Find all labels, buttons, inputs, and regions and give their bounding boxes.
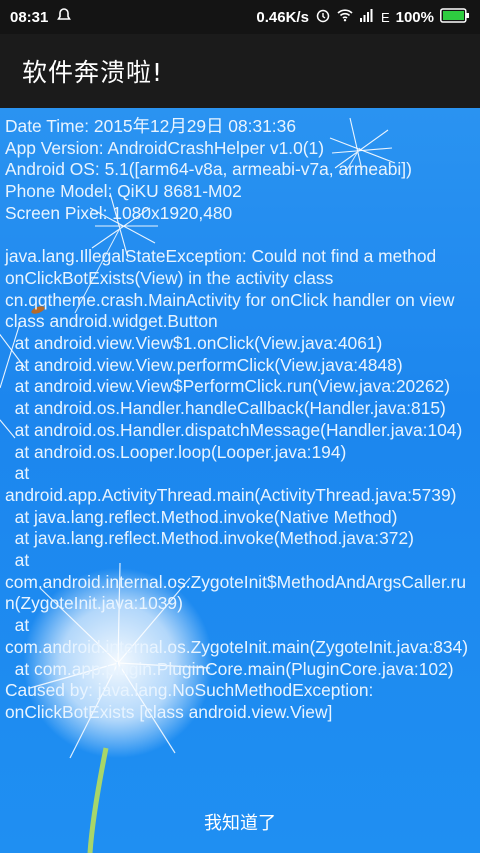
crash-log-line: at android.view.View$1.onClick(View.java… [5,333,383,354]
crash-log-line: at android.view.View$PerformClick.run(Vi… [5,376,450,397]
app-toolbar: 软件奔溃啦! [0,34,480,108]
battery-icon [440,7,470,27]
crash-log-line: at android.app.ActivityThread.main(Activ… [5,463,457,505]
signal-icon [359,7,375,27]
crash-log-line: Caused by: java.lang.NoSuchMethodExcepti… [5,680,379,722]
page-title: 软件奔溃啦! [22,58,164,87]
crash-log-line: at com.app.plugin.PluginCore.main(Plugin… [5,658,454,679]
network-type: E [380,9,390,25]
crash-log-line: java.lang.IllegalStateException: Could n… [5,246,460,332]
crash-log-line: Phone Model: QiKU 8681-M02 [5,181,242,202]
crash-log-line: at com.android.internal.os.ZygoteInit$Me… [5,550,467,614]
notification-icon [56,7,72,27]
crash-log-line: at android.view.View.performClick(View.j… [5,354,403,375]
crash-log-line: at java.lang.reflect.Method.invoke(Nativ… [5,506,398,527]
crash-log-line: Date Time: 2015年12月29日 08:31:36 [5,116,296,136]
crash-log-line: at android.os.Handler.dispatchMessage(Ha… [5,419,463,440]
alarm-icon [315,7,331,27]
crash-log: Date Time: 2015年12月29日 08:31:36 App Versi… [5,116,475,724]
acknowledge-button[interactable]: 我知道了 [0,800,480,844]
crash-log-line: at java.lang.reflect.Method.invoke(Metho… [5,528,414,549]
status-right: 0.46K/s E 100% [256,7,470,27]
crash-content[interactable]: Date Time: 2015年12月29日 08:31:36 App Versi… [0,108,480,853]
crash-log-line: App Version: AndroidCrashHelper v1.0(1) [5,137,324,158]
wifi-icon [337,7,353,27]
battery-level: 100% [395,8,434,26]
crash-log-line: Android OS: 5.1([arm64-v8a, armeabi-v7a,… [5,159,412,180]
crash-log-line: Screen Pixel: 1080x1920,480 [5,202,233,223]
crash-log-line: at com.android.internal.os.ZygoteInit.ma… [5,615,469,657]
status-bar: 08:31 0.46K/s E 100% [0,0,480,34]
status-left: 08:31 [10,7,72,27]
crash-log-line [5,225,475,247]
status-time: 08:31 [10,8,49,26]
crash-log-line: at android.os.Handler.handleCallback(Han… [5,398,446,419]
crash-log-line: at android.os.Looper.loop(Looper.java:19… [5,441,347,462]
network-speed: 0.46K/s [256,8,309,26]
